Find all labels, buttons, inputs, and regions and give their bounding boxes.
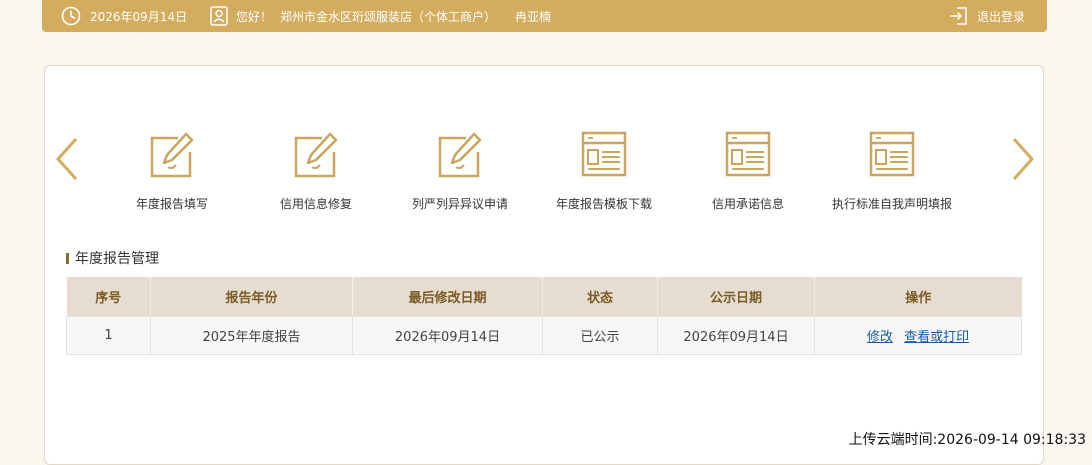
section-title-text: 年度报告管理 [75, 251, 159, 267]
function-item-label: 信用承诺信息 [711, 197, 784, 211]
section-title: 年度报告管理 [66, 248, 159, 268]
function-item-label: 年度报告模板下载 [555, 197, 652, 211]
function-item-label: 执行标准自我声明填报 [831, 197, 952, 211]
column-header-year: 报告年份 [150, 277, 353, 317]
function-item-template-download[interactable]: 年度报告模板下载 [532, 125, 676, 212]
cell-actions: 修改 查看或打印 [814, 316, 1022, 355]
template-icon [580, 130, 628, 178]
section-title-marker [66, 252, 69, 264]
user-group: 您好！ 郑州市金水区珩颂服装店（个体工商户） 冉亚楠 [210, 0, 551, 32]
template-icon [724, 130, 772, 178]
current-date: 2026年09月14日 [90, 9, 188, 24]
view-print-link[interactable]: 查看或打印 [904, 330, 969, 345]
cell-modified: 2026年09月14日 [352, 316, 543, 355]
user-name: 冉亚楠 [515, 9, 552, 24]
function-item-standard-declaration[interactable]: 执行标准自我声明填报 [820, 125, 964, 212]
greeting-text: 您好！ [236, 9, 273, 24]
edit-icon [436, 130, 484, 178]
logout-button[interactable]: 退出登录 [950, 0, 1025, 32]
cell-year: 2025年年度报告 [150, 316, 353, 355]
clock-icon [61, 6, 81, 26]
chevron-left-icon [55, 137, 78, 181]
column-header-actions: 操作 [814, 277, 1022, 317]
function-item-label: 列严列异异议申请 [411, 197, 508, 211]
upload-time: 上传云端时间:2026-09-14 09:18:33 [848, 432, 1086, 448]
edit-icon [292, 130, 340, 178]
function-item-credit-repair[interactable]: 信用信息修复 [244, 125, 388, 212]
function-item-label: 年度报告填写 [135, 197, 208, 211]
column-header-index: 序号 [66, 277, 151, 317]
annual-report-table: 序号 报告年份 最后修改日期 状态 公示日期 操作 1 2025年年度报告 20… [66, 277, 1022, 355]
top-bar: 2026年09月14日 您好！ 郑州市金水区珩颂服装店（个体工商户） 冉亚楠 退… [42, 0, 1047, 32]
date-group: 2026年09月14日 [61, 0, 187, 32]
table-row: 1 2025年年度报告 2026年09月14日 已公示 2026年09月14日 … [66, 316, 1022, 355]
column-header-modified: 最后修改日期 [352, 277, 543, 317]
logout-label: 退出登录 [977, 9, 1026, 24]
cell-publish-date: 2026年09月14日 [657, 316, 815, 355]
cell-index: 1 [66, 316, 151, 355]
company-name: 郑州市金水区珩颂服装店（个体工商户） [280, 9, 497, 24]
column-header-publish-date: 公示日期 [657, 277, 815, 317]
edit-icon [148, 130, 196, 178]
column-header-status: 状态 [542, 277, 658, 317]
edit-link[interactable]: 修改 [867, 330, 893, 345]
chevron-right-icon [1012, 137, 1035, 181]
carousel-next-button[interactable] [1010, 137, 1036, 185]
carousel-prev-button[interactable] [54, 137, 80, 185]
table-header-row: 序号 报告年份 最后修改日期 状态 公示日期 操作 [66, 277, 1022, 317]
logout-icon [950, 7, 967, 25]
function-item-credit-commitment[interactable]: 信用承诺信息 [676, 125, 820, 212]
function-item-objection-application[interactable]: 列严列异异议申请 [388, 125, 532, 212]
function-item-label: 信用信息修复 [279, 197, 352, 211]
cell-status: 已公示 [542, 316, 658, 355]
user-card-icon [210, 6, 228, 26]
function-item-annual-report-fill[interactable]: 年度报告填写 [100, 125, 244, 212]
template-icon [868, 130, 916, 178]
